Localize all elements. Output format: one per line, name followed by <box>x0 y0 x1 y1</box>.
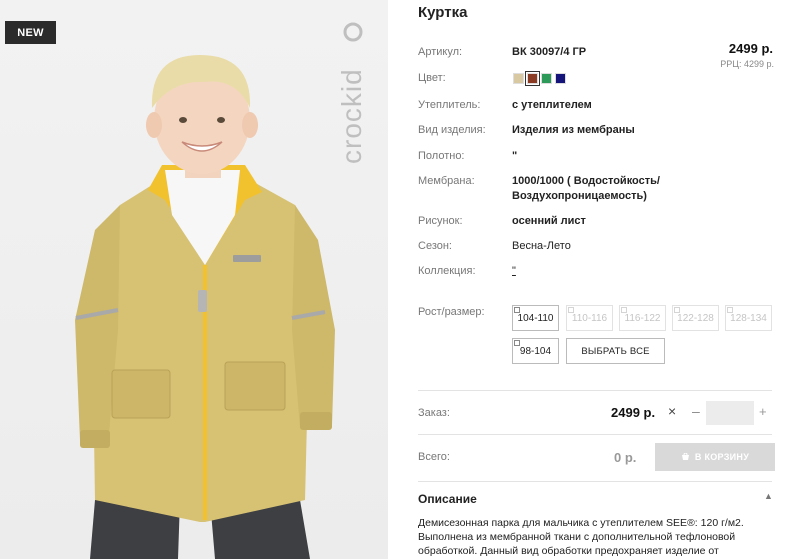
spec-value-membrane: 1000/1000 ( Водостойкость/ Воздухопрониц… <box>512 175 660 202</box>
size-option[interactable]: 128-134 <box>725 305 772 331</box>
size-option[interactable]: 104-110 <box>512 305 559 331</box>
color-swatch-brown[interactable] <box>525 71 540 86</box>
divider <box>418 390 772 391</box>
size-checkbox-icon <box>621 307 627 313</box>
total-label: Всего: <box>418 451 450 463</box>
order-label: Заказ: <box>418 407 450 419</box>
spec-value-pattern: осенний лист <box>512 215 586 227</box>
quantity-decrease-button[interactable]: – <box>692 403 700 419</box>
color-swatches <box>513 71 566 86</box>
divider <box>418 434 772 435</box>
size-checkbox-icon <box>727 307 733 313</box>
spec-label-article: Артикул: <box>418 46 463 58</box>
spec-label-pattern: Рисунок: <box>418 215 463 227</box>
spec-value-collection[interactable]: " <box>512 264 516 279</box>
size-option[interactable]: 98-104 <box>512 338 559 364</box>
spec-label-fabric: Полотно: <box>418 150 465 162</box>
spec-label-insulation: Утеплитель: <box>418 99 481 111</box>
size-label: 98-104 <box>519 345 552 357</box>
size-option[interactable]: 116-122 <box>619 305 666 331</box>
size-label: 116-122 <box>624 312 661 324</box>
color-swatch-beige[interactable] <box>513 73 524 84</box>
color-swatch-green[interactable] <box>541 73 552 84</box>
spec-value-insulation: с утеплителем <box>512 99 592 111</box>
spec-value-fabric: " <box>512 150 518 162</box>
description-title[interactable]: Описание <box>418 492 477 506</box>
size-checkbox-icon <box>514 340 520 346</box>
size-option[interactable]: 110-116 <box>566 305 613 331</box>
sizes-label: Рост/размер: <box>418 306 485 318</box>
total-value: 0 р. <box>614 450 637 465</box>
spec-label-season: Сезон: <box>418 240 452 252</box>
order-price: 2499 р. <box>611 405 656 420</box>
size-checkbox-icon <box>568 307 574 313</box>
brand-logo: crockid <box>336 22 367 164</box>
size-option[interactable]: 122-128 <box>672 305 719 331</box>
description-text: Демисезонная парка для мальчика с утепли… <box>418 517 744 557</box>
recommended-retail-price: РРЦ: 4299 р. <box>720 59 774 69</box>
quantity-input[interactable] <box>706 401 754 425</box>
new-badge: NEW <box>5 21 56 44</box>
divider <box>418 481 772 482</box>
collapse-arrow-icon[interactable]: ▲ <box>764 491 773 501</box>
size-label: 104-110 <box>517 312 554 324</box>
spec-value-season: Весна-Лето <box>512 240 571 252</box>
color-swatch-navy[interactable] <box>555 73 566 84</box>
product-price: 2499 р. <box>728 41 773 56</box>
spec-label-product-type: Вид изделия: <box>418 124 486 136</box>
select-all-sizes-button[interactable]: ВЫБРАТЬ ВСЕ <box>566 338 665 364</box>
size-checkbox-icon <box>514 307 520 313</box>
spec-label-collection: Коллекция: <box>418 265 476 277</box>
spec-label-membrane: Мембрана: <box>418 175 475 187</box>
remove-order-icon[interactable]: × <box>668 403 676 419</box>
product-photo[interactable]: NEW crockid <box>0 0 388 559</box>
add-to-cart-label: В КОРЗИНУ <box>694 452 750 462</box>
cart-icon <box>681 453 689 460</box>
size-label: 122-128 <box>677 312 714 324</box>
add-to-cart-button[interactable]: В КОРЗИНУ <box>655 443 775 471</box>
spec-value-product-type: Изделия из мембраны <box>512 124 635 136</box>
size-label: 128-134 <box>730 312 767 324</box>
size-checkbox-icon <box>674 307 680 313</box>
product-title: Куртка <box>418 4 468 21</box>
spec-value-article: ВК 30097/4 ГР <box>512 46 587 58</box>
spec-label-color: Цвет: <box>418 72 446 84</box>
quantity-increase-button[interactable]: + <box>759 404 767 419</box>
size-label: 110-116 <box>571 312 608 324</box>
svg-text:crockid: crockid <box>336 68 367 164</box>
